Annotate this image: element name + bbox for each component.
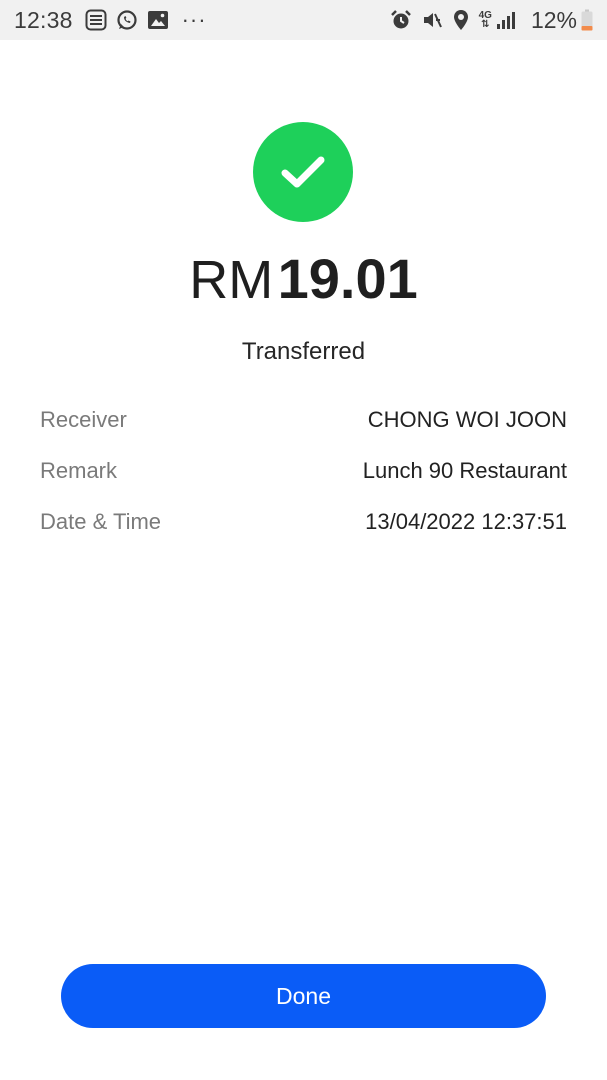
gallery-icon <box>147 10 169 30</box>
transfer-success-screen: 12:38 ··· 4G ⇅ 12% RM 19.01 Transferred … <box>0 0 607 1080</box>
battery-percentage: 12% <box>530 6 577 33</box>
alarm-icon <box>390 9 412 31</box>
location-icon <box>452 9 470 31</box>
network-type-label: 4G ⇅ <box>479 11 492 30</box>
remark-value: Lunch 90 Restaurant <box>362 457 567 483</box>
datetime-label: Date & Time <box>40 508 162 534</box>
transfer-amount: RM 19.01 <box>0 244 607 314</box>
receiver-value: CHONG WOI JOON <box>367 406 567 432</box>
detail-row-datetime: Date & Time 13/04/2022 12:37:51 <box>40 496 567 547</box>
remark-label: Remark <box>40 457 118 483</box>
done-button[interactable]: Done <box>61 964 546 1028</box>
mute-icon <box>421 9 443 31</box>
receiver-label: Receiver <box>40 406 127 432</box>
status-bar: 12:38 ··· 4G ⇅ 12% <box>0 0 607 40</box>
status-bar-left: 12:38 ··· <box>14 0 207 40</box>
battery-icon <box>581 9 593 31</box>
success-check-icon <box>253 122 353 222</box>
status-time: 12:38 <box>14 6 73 33</box>
amount-value: 19.01 <box>277 247 418 310</box>
whatsapp-icon <box>116 9 138 31</box>
detail-row-remark: Remark Lunch 90 Restaurant <box>40 445 567 496</box>
datetime-value: 13/04/2022 12:37:51 <box>365 508 567 534</box>
data-arrows-icon: ⇅ <box>481 19 490 30</box>
transfer-status: Transferred <box>241 338 366 365</box>
detail-row-receiver: Receiver CHONG WOI JOON <box>40 394 567 445</box>
signal-icon <box>496 10 516 30</box>
more-notifications-icon: ··· <box>181 7 207 32</box>
amount-currency: RM <box>189 250 274 310</box>
status-bar-right: 4G ⇅ 12% <box>390 0 593 40</box>
transaction-details: Receiver CHONG WOI JOON Remark Lunch 90 … <box>40 394 567 547</box>
touch-n-go-icon <box>85 9 107 31</box>
